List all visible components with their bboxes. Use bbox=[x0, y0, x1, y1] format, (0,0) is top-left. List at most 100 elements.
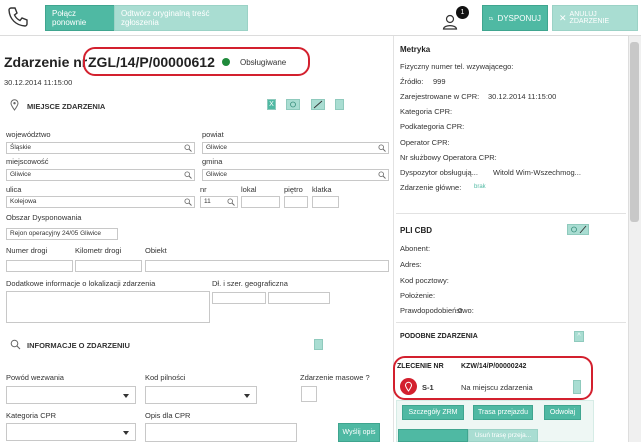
position-label: Położenie: bbox=[400, 291, 436, 300]
dispatch-button[interactable]: DYSPONUJ bbox=[482, 5, 548, 31]
dispatch-area-label: Obszar Dysponowania bbox=[6, 213, 82, 222]
city-input[interactable]: Gliwice bbox=[6, 169, 195, 181]
apartment-input[interactable] bbox=[241, 196, 280, 208]
number-input[interactable]: 11 bbox=[200, 196, 238, 208]
send-description-button[interactable]: Wyślij opis bbox=[338, 423, 380, 442]
street-label: ulica bbox=[6, 185, 22, 194]
target-icon bbox=[571, 225, 587, 234]
stairwell-input[interactable] bbox=[312, 196, 339, 208]
remove-route-button[interactable]: Usuń trasę przeja... bbox=[468, 429, 538, 442]
address-label: Adres: bbox=[400, 260, 422, 269]
cpr-description-textarea[interactable] bbox=[145, 423, 297, 442]
reconnect-button[interactable]: Połącz ponownie bbox=[45, 5, 117, 31]
floor-label: piętro bbox=[284, 185, 303, 194]
road-km-input[interactable] bbox=[75, 260, 142, 272]
search-icon bbox=[10, 339, 21, 350]
dispatch-area-value: Rejon operacyjny 24/05 Gliwice bbox=[10, 230, 102, 237]
street-value: Kolejowa bbox=[10, 198, 37, 205]
phone-label: Fizyczny numer tel. wzywającego: bbox=[400, 62, 514, 71]
search-icon[interactable] bbox=[378, 144, 386, 152]
floor-input[interactable] bbox=[284, 196, 308, 208]
road-km-label: Kilometr drogi bbox=[75, 246, 122, 255]
road-number-input[interactable] bbox=[6, 260, 73, 272]
apartment-label: lokal bbox=[241, 185, 257, 194]
phone-icon[interactable] bbox=[6, 5, 30, 29]
geo-label: Dł. i szer. geograficzna bbox=[212, 279, 288, 288]
map-edit-icon bbox=[313, 100, 323, 109]
source-label: Źródło: bbox=[400, 77, 424, 86]
cpr-subcategory-label: Podkategoria CPR: bbox=[400, 122, 465, 131]
commune-input[interactable]: Gliwice bbox=[202, 169, 389, 181]
urgency-select[interactable] bbox=[145, 386, 257, 404]
cpr-category-select[interactable] bbox=[6, 423, 136, 441]
search-icon[interactable] bbox=[378, 171, 386, 179]
commune-label: gmina bbox=[202, 157, 223, 166]
play-original-button[interactable]: Odtwórz oryginalną treść zgłoszenia bbox=[114, 5, 248, 31]
mass-event-label: Zdarzenie masowe ? bbox=[300, 373, 370, 382]
target-button[interactable] bbox=[286, 99, 300, 110]
mass-event-checkbox[interactable] bbox=[301, 386, 317, 402]
clear-location-button[interactable]: X bbox=[267, 99, 276, 110]
dispatcher-label: Dyspozytor obsługują... bbox=[400, 168, 478, 177]
source-value: 999 bbox=[433, 77, 446, 86]
search-icon[interactable] bbox=[184, 144, 192, 152]
scrollbar-thumb[interactable] bbox=[630, 42, 639, 222]
subscriber-label: Abonent: bbox=[400, 244, 431, 253]
number-label: nr bbox=[200, 185, 207, 194]
extra-info-textarea[interactable] bbox=[6, 291, 210, 323]
voivodeship-input[interactable]: Śląskie bbox=[6, 142, 195, 154]
city-value: Gliwice bbox=[10, 171, 31, 178]
event-info-section-title: INFORMACJE O ZDARZENIU bbox=[27, 341, 130, 350]
pli-locate-button[interactable] bbox=[567, 224, 589, 235]
more-button[interactable] bbox=[335, 99, 344, 110]
cancel-event-button[interactable]: ✕ ANULUJ ZDARZENIE bbox=[552, 5, 638, 31]
dispatch-area-input[interactable]: Rejon operacyjny 24/05 Gliwice bbox=[6, 228, 118, 240]
highlight-order bbox=[393, 356, 593, 400]
cancel-event-label: ANULUJ ZDARZENIE bbox=[569, 11, 610, 25]
notification-badge[interactable]: 1 bbox=[456, 6, 469, 19]
search-icon[interactable] bbox=[227, 198, 235, 206]
recall-button[interactable]: Odwołaj bbox=[544, 405, 581, 420]
street-input[interactable]: Kolejowa bbox=[6, 196, 195, 208]
probability-value: 0 bbox=[458, 306, 463, 315]
cpr-registered-value: 30.12.2014 11:15:00 bbox=[488, 92, 557, 101]
county-input[interactable]: Gliwice bbox=[202, 142, 389, 154]
chevron-down-icon bbox=[123, 394, 129, 398]
cpr-category-label: Kategoria CPR bbox=[6, 411, 57, 420]
county-label: powiat bbox=[202, 130, 224, 139]
reason-select[interactable] bbox=[6, 386, 136, 404]
cpr-registered-label: Zarejestrowane w CPR: bbox=[400, 92, 480, 101]
chevron-down-icon bbox=[123, 431, 129, 435]
search-icon[interactable] bbox=[184, 198, 192, 206]
voivodeship-label: województwo bbox=[6, 130, 51, 139]
order-action-button[interactable] bbox=[398, 429, 468, 442]
main-event-label: Zdarzenie główne: bbox=[400, 183, 462, 192]
county-value: Gliwice bbox=[206, 144, 227, 151]
metrics-title: Metryka bbox=[400, 45, 431, 54]
extra-info-label: Dodatkowe informacje o lokalizacji zdarz… bbox=[6, 279, 156, 288]
object-input[interactable] bbox=[145, 260, 389, 272]
object-label: Obiekt bbox=[145, 246, 167, 255]
highlight-incident-number bbox=[83, 47, 310, 76]
section-divider bbox=[396, 213, 626, 214]
map-button[interactable] bbox=[311, 99, 325, 110]
ambulance-icon bbox=[489, 16, 494, 20]
chevron-down-icon bbox=[244, 394, 250, 398]
incident-datetime: 30.12.2014 11:15:00 bbox=[4, 78, 73, 87]
event-info-toggle-button[interactable] bbox=[314, 339, 323, 350]
cpr-operator-label: Operator CPR: bbox=[400, 138, 450, 147]
dispatcher-value: Witold Wim-Wszechmog... bbox=[493, 168, 581, 177]
close-icon: ✕ bbox=[559, 12, 567, 23]
voivodeship-value: Śląskie bbox=[10, 144, 31, 151]
route-button[interactable]: Trasa przejazdu bbox=[473, 405, 533, 420]
latitude-input[interactable] bbox=[268, 292, 330, 304]
similar-events-expand-button[interactable]: ^ bbox=[574, 331, 584, 342]
search-icon[interactable] bbox=[184, 171, 192, 179]
cpr-category-label: Kategoria CPR: bbox=[400, 107, 453, 116]
chevron-up-icon: ^ bbox=[577, 333, 581, 340]
longitude-input[interactable] bbox=[212, 292, 266, 304]
cpr-operator-id-label: Nr służbowy Operatora CPR: bbox=[400, 153, 497, 162]
unit-details-button[interactable]: Szczegóły ZRM bbox=[402, 405, 464, 420]
stairwell-label: klatka bbox=[312, 185, 332, 194]
section-divider bbox=[396, 322, 626, 323]
